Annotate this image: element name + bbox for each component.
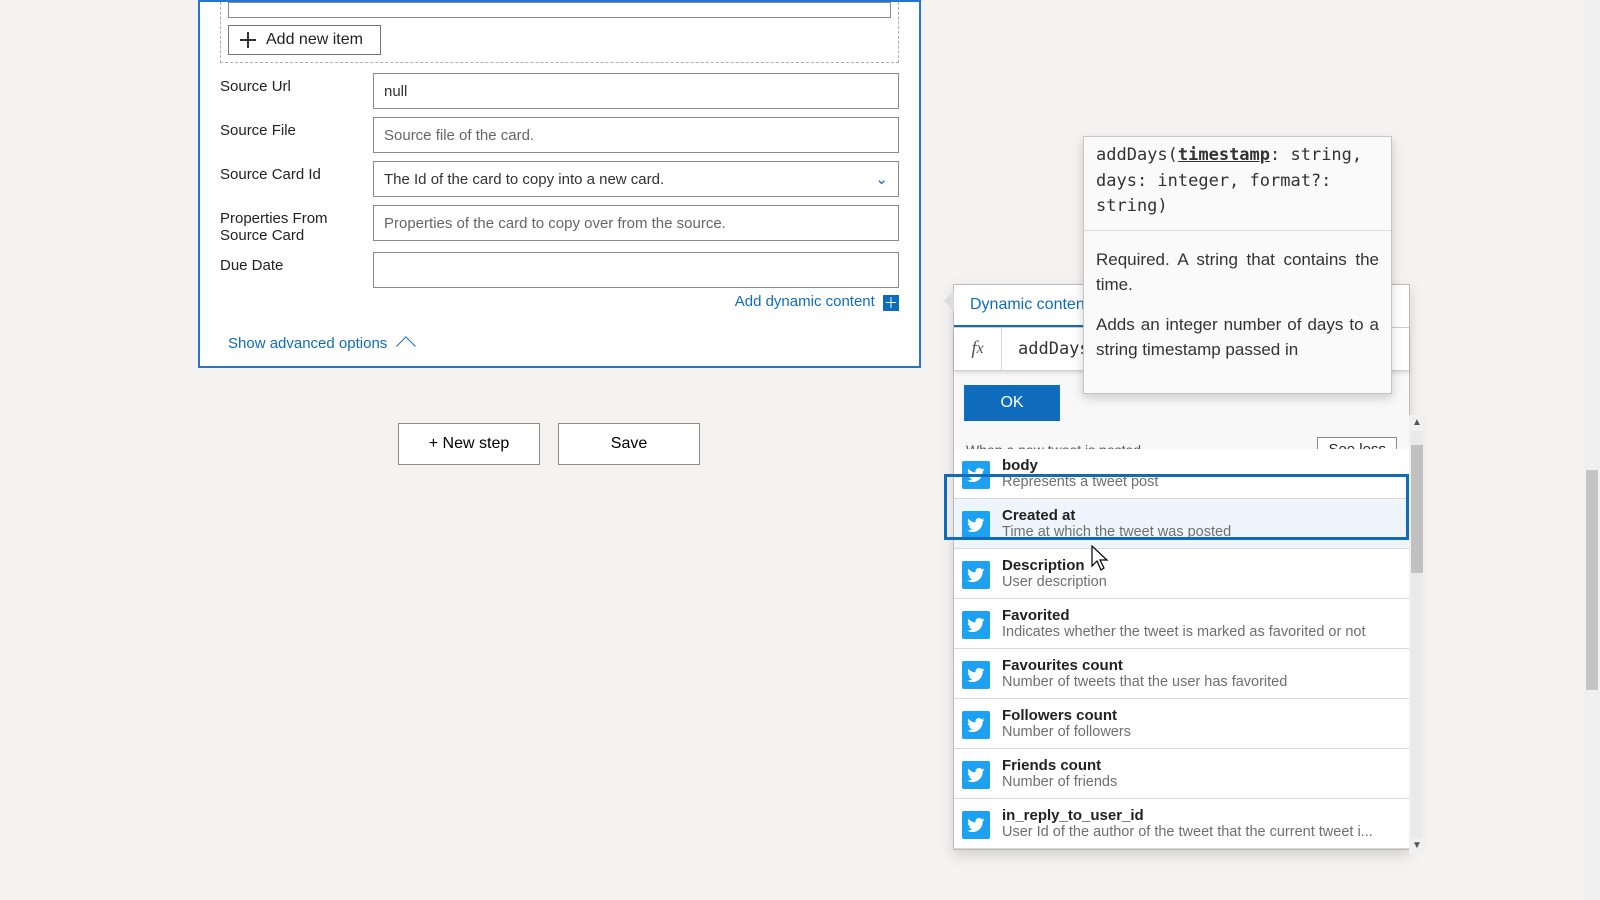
list-item-title: Favourites count	[1002, 657, 1287, 674]
list-item[interactable]: Followers countNumber of followers	[954, 699, 1409, 749]
twitter-icon	[962, 561, 990, 589]
twitter-icon	[962, 661, 990, 689]
list-item-meta: Friends countNumber of friends	[1002, 757, 1117, 790]
tooltip-signature: addDays(timestamp: string, days: integer…	[1096, 143, 1379, 230]
list-item[interactable]: in_reply_to_user_idUser Id of the author…	[954, 799, 1409, 849]
list-item-field[interactable]	[228, 2, 891, 18]
add-dynamic-content-label: Add dynamic content	[735, 293, 875, 310]
list-item[interactable]: DescriptionUser description	[954, 549, 1409, 599]
add-dynamic-content-icon[interactable]: ＋	[883, 295, 899, 311]
show-advanced-options-toggle[interactable]: Show advanced options	[228, 335, 415, 352]
source-card-id-placeholder: The Id of the card to copy into a new ca…	[384, 171, 664, 188]
dynamic-content-list-wrap: bodyRepresents a tweet post Created atTim…	[954, 449, 1409, 849]
tooltip-p1: Required. A string that contains the tim…	[1096, 247, 1379, 298]
due-date-label: Due Date	[220, 252, 373, 274]
source-url-label: Source Url	[220, 73, 373, 95]
list-item-desc: User Id of the author of the tweet that …	[1002, 824, 1373, 840]
props-from-source-label: Properties From Source Card	[220, 205, 373, 244]
list-item-title: Friends count	[1002, 757, 1117, 774]
panel-caret-icon	[944, 291, 954, 311]
list-item-desc: Number of friends	[1002, 774, 1117, 790]
new-step-button[interactable]: + New step	[398, 423, 540, 465]
tooltip-p2: Adds an integer number of days to a stri…	[1096, 312, 1379, 363]
list-item-title: Created at	[1002, 507, 1231, 524]
list-item-desc: User description	[1002, 574, 1107, 590]
list-item-desc: Number of followers	[1002, 724, 1131, 740]
list-item-meta: bodyRepresents a tweet post	[1002, 457, 1158, 490]
source-card-id-select[interactable]: The Id of the card to copy into a new ca…	[373, 161, 899, 197]
list-item-title: in_reply_to_user_id	[1002, 807, 1373, 824]
list-item-meta: DescriptionUser description	[1002, 557, 1107, 590]
sig-pre: addDays(	[1096, 145, 1178, 165]
list-item-title: Description	[1002, 557, 1107, 574]
list-item-meta: Created atTime at which the tweet was po…	[1002, 507, 1231, 540]
list-item[interactable]: FavoritedIndicates whether the tweet is …	[954, 599, 1409, 649]
list-item-meta: FavoritedIndicates whether the tweet is …	[1002, 607, 1366, 640]
source-url-input[interactable]	[373, 73, 899, 109]
due-date-input[interactable]	[373, 252, 899, 288]
sig-arg: timestamp	[1178, 145, 1270, 165]
tooltip-divider	[1084, 230, 1391, 231]
source-file-label: Source File	[220, 117, 373, 139]
fx-icon: fx	[954, 328, 1002, 370]
list-item[interactable]: bodyRepresents a tweet post	[954, 449, 1409, 499]
list-item-desc: Represents a tweet post	[1002, 474, 1158, 490]
list-item-desc: Number of tweets that the user has favor…	[1002, 674, 1287, 690]
scroll-thumb[interactable]	[1411, 445, 1423, 573]
list-item[interactable]: Created atTime at which the tweet was po…	[954, 499, 1409, 549]
page-scroll-thumb[interactable]	[1586, 470, 1598, 690]
add-new-item-button[interactable]: Add new item	[228, 25, 381, 55]
scroll-up-icon[interactable]: ▲	[1409, 415, 1425, 431]
list-item[interactable]: Favourites countNumber of tweets that th…	[954, 649, 1409, 699]
list-item[interactable]: Friends countNumber of friends	[954, 749, 1409, 799]
list-item-title: Followers count	[1002, 707, 1131, 724]
twitter-icon	[962, 711, 990, 739]
twitter-icon	[962, 611, 990, 639]
expression-tooltip: addDays(timestamp: string, days: integer…	[1083, 136, 1392, 394]
flow-buttons: + New step Save	[398, 423, 700, 465]
chevron-down-icon: ⌄	[875, 170, 888, 188]
panel-scrollbar[interactable]: ▲ ▼	[1409, 415, 1425, 854]
list-item-meta: Favourites countNumber of tweets that th…	[1002, 657, 1287, 690]
page-scrollbar[interactable]	[1584, 0, 1600, 900]
twitter-icon	[962, 761, 990, 789]
list-item-meta: Followers countNumber of followers	[1002, 707, 1131, 740]
dynamic-content-list: bodyRepresents a tweet post Created atTim…	[954, 449, 1409, 849]
twitter-icon	[962, 461, 990, 489]
list-item-title: Favorited	[1002, 607, 1366, 624]
tooltip-description: Required. A string that contains the tim…	[1096, 247, 1379, 363]
list-item-desc: Time at which the tweet was posted	[1002, 524, 1231, 540]
source-card-id-label: Source Card Id	[220, 161, 373, 183]
add-dynamic-content-link[interactable]: Add dynamic content	[735, 293, 879, 310]
twitter-icon	[962, 511, 990, 539]
source-file-input[interactable]	[373, 117, 899, 153]
action-card: Add new item Source Url Source File Sour…	[198, 0, 921, 368]
twitter-icon	[962, 811, 990, 839]
show-advanced-label: Show advanced options	[228, 335, 387, 352]
list-item-title: body	[1002, 457, 1158, 474]
add-item-label: Add new item	[266, 31, 363, 49]
scroll-down-icon[interactable]: ▼	[1409, 838, 1425, 854]
list-field-container: Add new item	[220, 2, 899, 63]
props-from-source-input[interactable]	[373, 205, 899, 241]
ok-button[interactable]: OK	[964, 385, 1060, 421]
list-item-meta: in_reply_to_user_idUser Id of the author…	[1002, 807, 1373, 840]
chevron-up-icon	[396, 336, 416, 356]
save-button[interactable]: Save	[558, 423, 700, 465]
plus-icon	[239, 31, 257, 49]
list-item-desc: Indicates whether the tweet is marked as…	[1002, 624, 1366, 640]
